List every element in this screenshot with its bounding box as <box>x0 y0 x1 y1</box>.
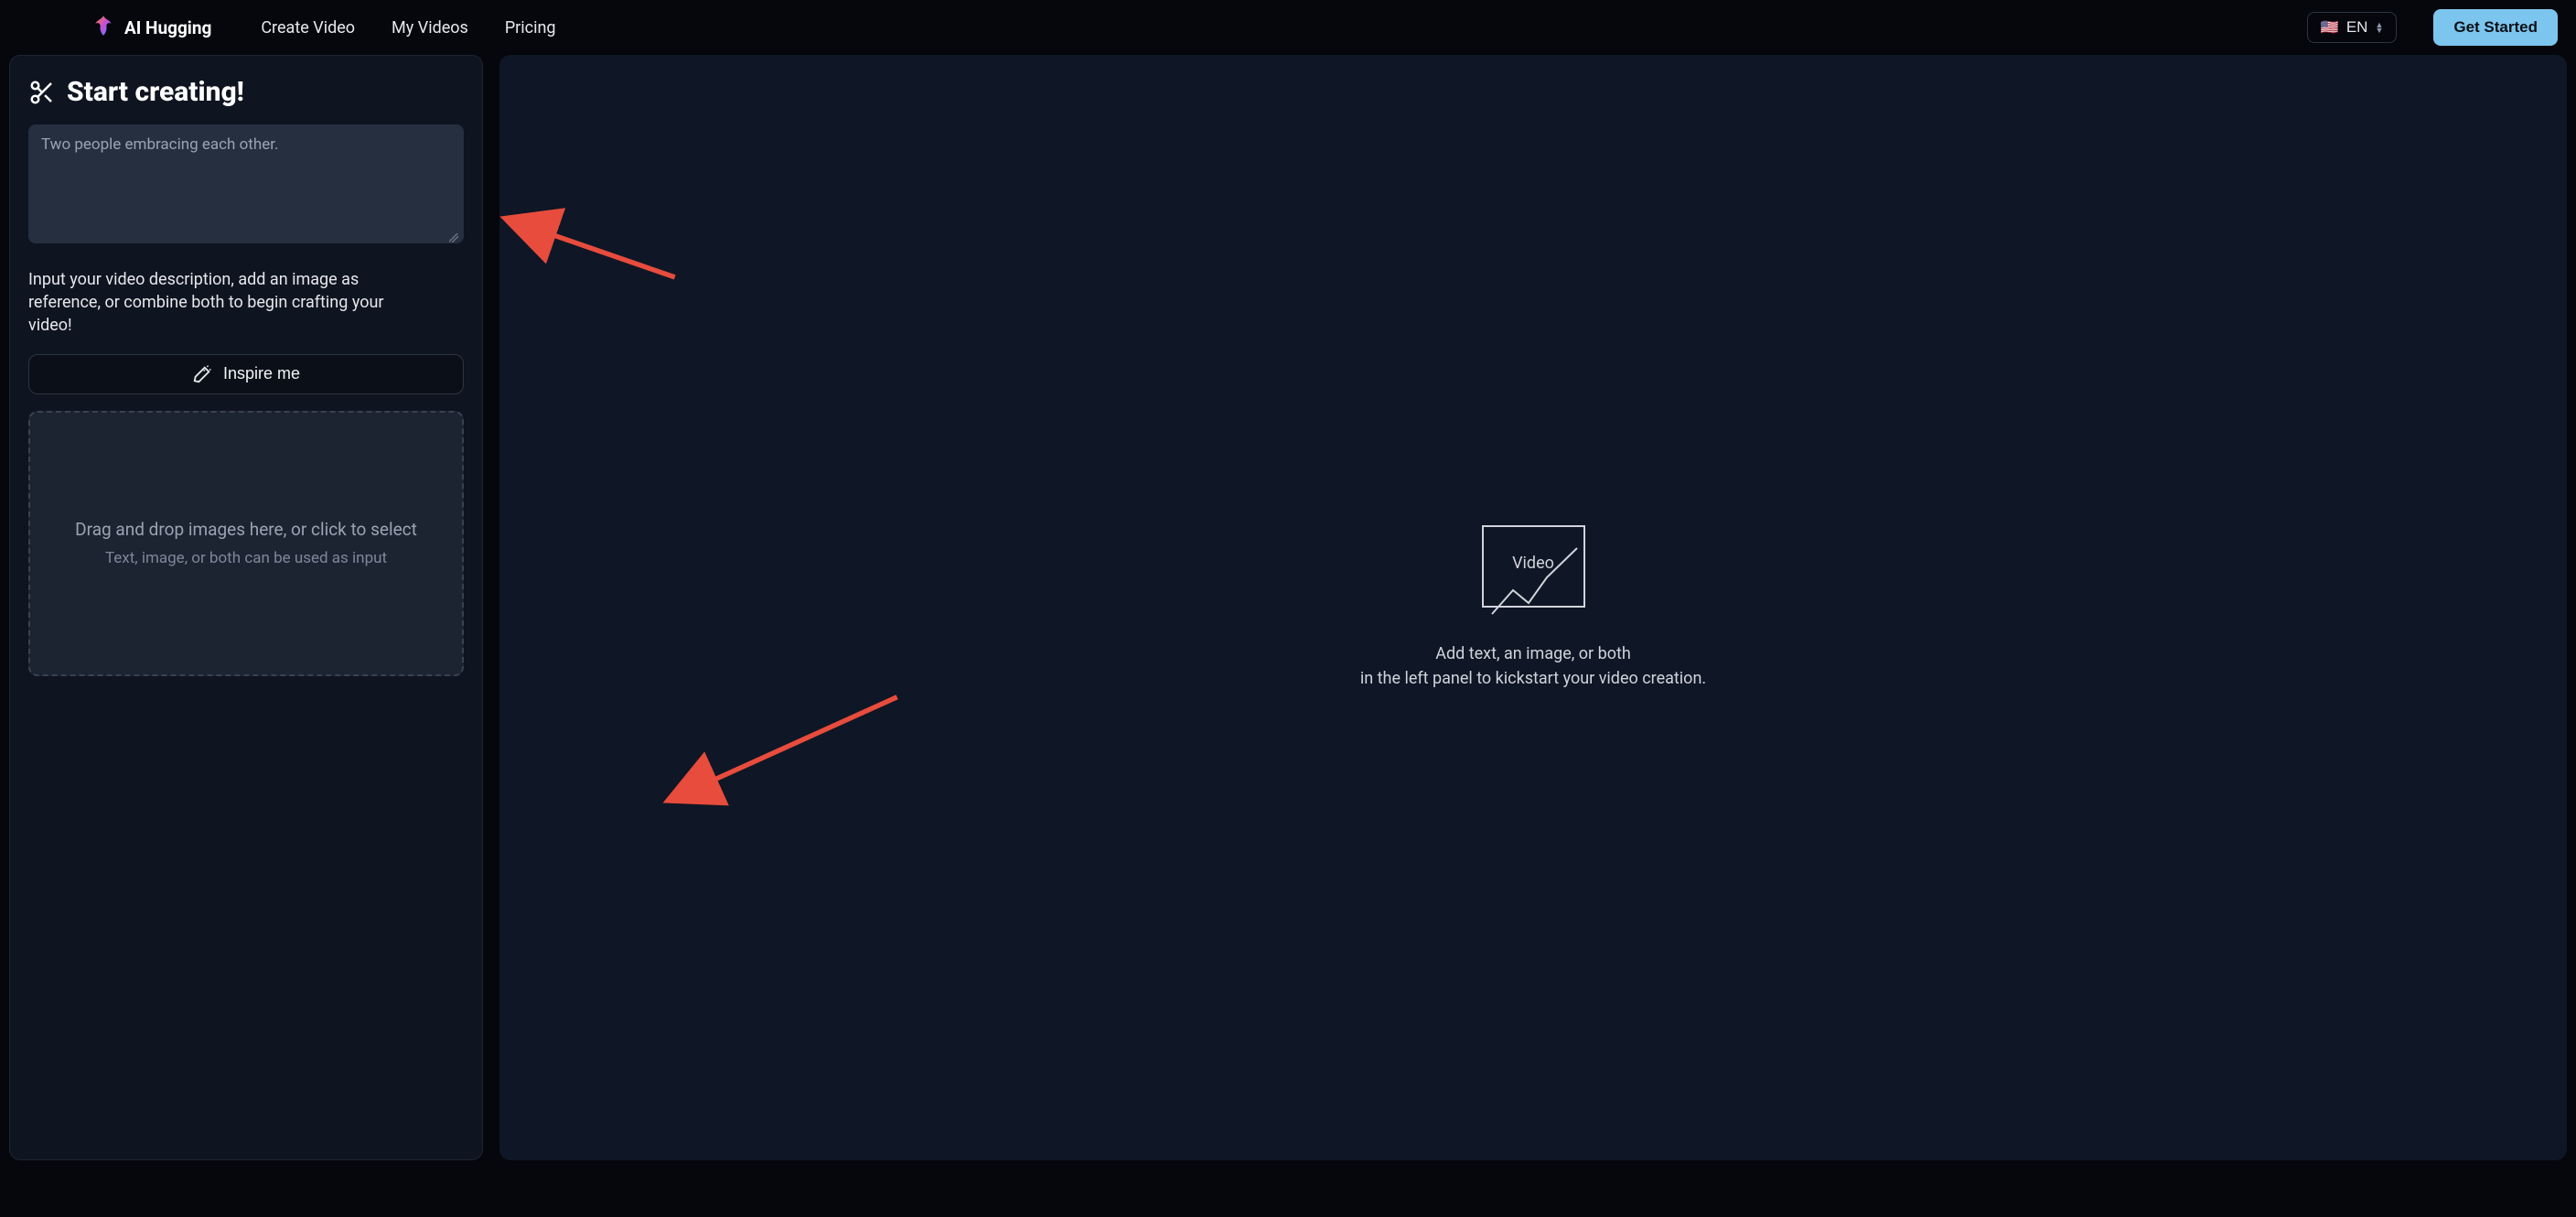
scissors-icon <box>28 79 56 106</box>
language-selector[interactable]: 🇺🇸 EN ▲▼ <box>2307 12 2397 43</box>
panel-title-text: Start creating! <box>67 76 244 108</box>
prompt-hint: Input your video description, add an ima… <box>28 268 431 338</box>
brand-name: AI Hugging <box>124 17 211 38</box>
language-code: EN <box>2346 18 2368 37</box>
nav-my-videos[interactable]: My Videos <box>392 18 468 38</box>
nav-pricing[interactable]: Pricing <box>505 18 556 38</box>
inspire-me-button[interactable]: Inspire me <box>28 354 464 394</box>
inspire-me-label: Inspire me <box>223 364 300 383</box>
preview-panel: Video Add text, an image, or both in the… <box>499 55 2567 1160</box>
get-started-button[interactable]: Get Started <box>2433 9 2558 46</box>
brand[interactable]: AI Hugging <box>91 14 211 42</box>
magic-wand-icon <box>192 364 212 384</box>
image-dropzone[interactable]: Drag and drop images here, or click to s… <box>28 411 464 676</box>
panel-title: Start creating! <box>28 76 464 108</box>
nav-links: Create Video My Videos Pricing <box>261 18 555 38</box>
prompt-textarea[interactable] <box>28 124 464 243</box>
create-panel: Start creating! Input your video descrip… <box>9 55 483 1160</box>
sort-icon: ▲▼ <box>2375 22 2383 33</box>
preview-line2: in the left panel to kickstart your vide… <box>1360 666 1706 691</box>
dropzone-line2: Text, image, or both can be used as inpu… <box>105 549 387 567</box>
preview-line1: Add text, an image, or both <box>1360 641 1706 666</box>
logo-icon <box>91 14 115 42</box>
top-nav: AI Hugging Create Video My Videos Pricin… <box>0 0 2576 55</box>
flag-icon: 🇺🇸 <box>2321 18 2339 37</box>
video-placeholder-icon: Video <box>1481 524 1586 616</box>
dropzone-line1: Drag and drop images here, or click to s… <box>75 519 417 540</box>
video-placeholder-label: Video <box>1512 554 1554 573</box>
nav-create-video[interactable]: Create Video <box>261 18 355 38</box>
preview-text: Add text, an image, or both in the left … <box>1360 641 1706 691</box>
